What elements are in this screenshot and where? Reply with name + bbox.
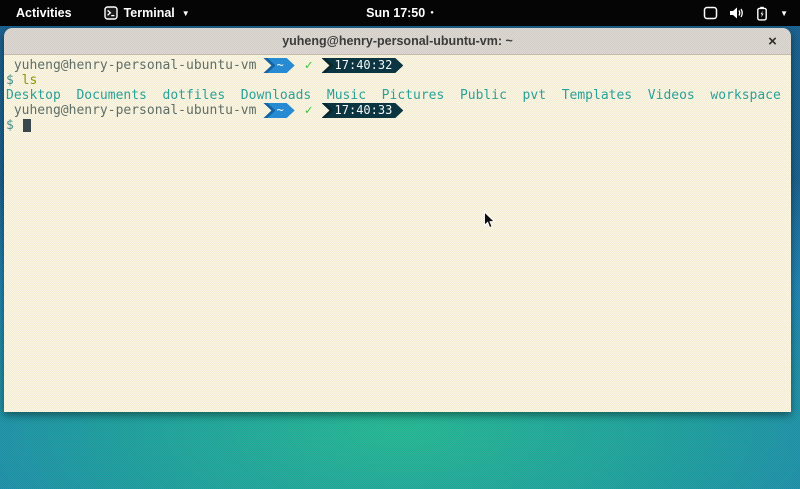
system-status-area[interactable]: ▼ (699, 0, 792, 26)
prompt-time-segment: 17:40:33 (322, 103, 404, 118)
gnome-top-bar: Activities Terminal ▼ Sun 17:50 ● (0, 0, 800, 26)
input-line[interactable]: $ (6, 118, 789, 133)
notification-dot: ● (430, 10, 434, 16)
clock-label: Sun 17:50 (366, 6, 425, 20)
app-menu-label: Terminal (124, 6, 175, 20)
terminal-cursor (23, 119, 31, 132)
app-menu-terminal[interactable]: Terminal ▼ (104, 6, 190, 20)
clock-button[interactable]: Sun 17:50 ● (366, 6, 434, 20)
command-text: ls (22, 73, 38, 88)
command-line: $ ls (6, 73, 789, 88)
close-button[interactable]: × (762, 31, 783, 52)
screen-icon (703, 6, 718, 20)
chevron-down-icon: ▼ (780, 9, 788, 18)
terminal-content[interactable]: yuheng@henry-personal-ubuntu-vm ~ ✓ 17:4… (4, 55, 791, 412)
prompt-user-host: yuheng@henry-personal-ubuntu-vm (6, 58, 256, 73)
prompt-dir-segment: ~ (263, 103, 294, 118)
terminal-icon (104, 6, 118, 20)
prompt-symbol: $ (6, 73, 22, 88)
prompt-status-check-icon: ✓ (305, 58, 313, 73)
ls-output-line: Desktop Documents dotfiles Downloads Mus… (6, 88, 789, 103)
prompt-symbol: $ (6, 118, 22, 133)
prompt-time-segment: 17:40:32 (322, 58, 404, 73)
prompt-line: yuheng@henry-personal-ubuntu-vm ~ ✓ 17:4… (6, 103, 789, 118)
terminal-window: yuheng@henry-personal-ubuntu-vm: ~ × yuh… (4, 28, 791, 412)
activities-button[interactable]: Activities (12, 4, 76, 22)
prompt-status-check-icon: ✓ (305, 103, 313, 118)
chevron-down-icon: ▼ (182, 9, 190, 18)
window-titlebar[interactable]: yuheng@henry-personal-ubuntu-vm: ~ × (4, 28, 791, 55)
prompt-user-host: yuheng@henry-personal-ubuntu-vm (6, 103, 256, 118)
prompt-dir-segment: ~ (263, 58, 294, 73)
prompt-line: yuheng@henry-personal-ubuntu-vm ~ ✓ 17:4… (6, 58, 789, 73)
directory-listing: Desktop Documents dotfiles Downloads Mus… (6, 88, 781, 103)
window-title: yuheng@henry-personal-ubuntu-vm: ~ (282, 34, 513, 48)
battery-charging-icon (756, 6, 768, 21)
volume-icon (729, 6, 745, 20)
